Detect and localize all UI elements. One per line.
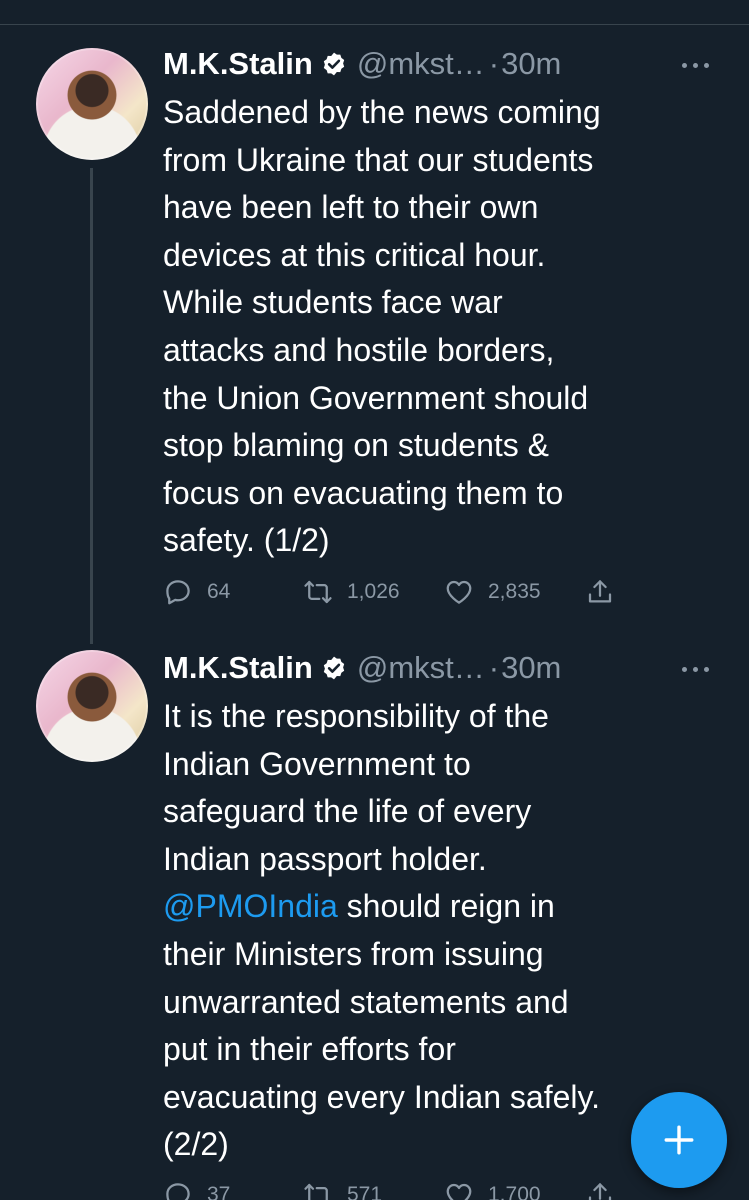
tweet-text-line: While students face war — [163, 284, 503, 321]
tweet-text: Saddened by the news coming from Ukraine… — [163, 89, 723, 565]
tweet-text-line: have been left to their own — [163, 189, 539, 226]
author-name[interactable]: M.K.Stalin — [163, 650, 313, 686]
retweet-icon — [304, 580, 332, 604]
reply-icon — [166, 1183, 190, 1200]
retweet-count: 1,026 — [347, 580, 400, 603]
retweet-count: 571 — [347, 1183, 383, 1200]
separator-dot: · — [488, 650, 500, 685]
tweet-text-line: the Union Government should — [163, 379, 589, 416]
reply-icon — [166, 580, 190, 605]
timestamp[interactable]: 30m — [501, 46, 561, 82]
reply-button[interactable]: 37 — [163, 1178, 230, 1200]
heart-icon — [446, 580, 472, 604]
author-name[interactable]: M.K.Stalin — [163, 46, 313, 82]
tweet-text-line: @PMOIndia should reign in — [163, 883, 723, 931]
avatar[interactable] — [36, 650, 148, 762]
tweet-text-line: stop blaming on students & — [163, 427, 550, 464]
tweet-text-line: attacks and hostile borders, — [163, 331, 555, 368]
like-count: 2,835 — [488, 580, 541, 603]
tweet-text-line: Indian passport holder. — [163, 840, 487, 877]
mention-link[interactable]: @PMOIndia — [163, 888, 338, 924]
retweet-button[interactable]: 1,026 — [303, 575, 400, 609]
tweet-text-fragment: should reign in — [346, 888, 555, 925]
separator-dot: · — [488, 46, 500, 81]
tweet-text: It is the responsibility of the Indian G… — [163, 693, 723, 1169]
tweet-text-line: devices at this critical hour. — [163, 236, 546, 273]
share-icon — [588, 1183, 612, 1200]
share-button[interactable] — [585, 575, 615, 609]
share-button[interactable] — [585, 1178, 615, 1200]
tweet-text-line: from Ukraine that our students — [163, 141, 594, 178]
tweet-text-line: put in their efforts for — [163, 1031, 456, 1068]
tweet-text-line: Saddened by the news coming — [163, 94, 601, 130]
timestamp[interactable]: 30m — [501, 650, 561, 686]
verified-badge-icon — [323, 656, 345, 680]
retweet-icon — [304, 1183, 328, 1200]
author-handle[interactable]: @mkst… — [357, 46, 485, 82]
like-button[interactable]: 1,700 — [444, 1178, 541, 1200]
reply-count: 37 — [207, 1183, 231, 1200]
tweet-text-line: their Ministers from issuing — [163, 935, 544, 972]
tweet-text-line: It is the responsibility of the — [163, 698, 549, 734]
author-handle[interactable]: @mkst… — [357, 650, 485, 686]
retweet-button[interactable]: 571 — [303, 1178, 382, 1200]
reply-button[interactable]: 64 — [163, 575, 230, 609]
tweet-text-line: unwarranted statements and — [163, 983, 569, 1020]
heart-icon — [446, 1183, 472, 1200]
share-icon — [588, 580, 612, 603]
more-options-icon[interactable] — [680, 664, 712, 674]
like-button[interactable]: 2,835 — [444, 575, 541, 609]
tweet-text-line: safeguard the life of every — [163, 793, 532, 830]
tweet-text-line: Indian Government to — [163, 745, 471, 782]
tweet-text-line: focus on evacuating them to — [163, 474, 564, 511]
tweet-text-line: safety. (1/2) — [163, 522, 330, 559]
verified-badge-icon — [323, 52, 345, 76]
avatar[interactable] — [36, 48, 148, 160]
tweet-header: M.K.Stalin @mkst… · 30m — [163, 648, 561, 688]
more-options-icon[interactable] — [680, 60, 712, 70]
plus-icon — [664, 1125, 694, 1155]
twitter-thread-screen: M.K.Stalin @mkst… · 30m Saddened by the … — [0, 0, 749, 1200]
like-count: 1,700 — [488, 1183, 541, 1200]
compose-tweet-button[interactable] — [631, 1092, 727, 1188]
top-divider — [0, 24, 749, 25]
thread-connector-line — [90, 168, 93, 644]
tweet-header: M.K.Stalin @mkst… · 30m — [163, 44, 561, 84]
reply-count: 64 — [207, 580, 231, 603]
